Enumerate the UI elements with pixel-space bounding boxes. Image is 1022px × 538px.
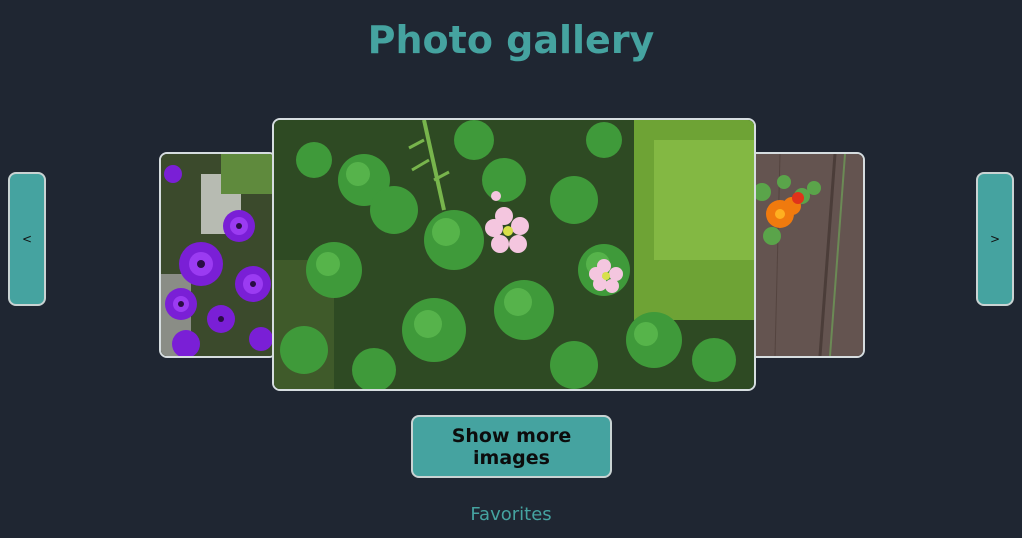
photo-right-orange-nasturtium[interactable] — [748, 152, 865, 358]
favorites-link[interactable]: Favorites — [0, 504, 1022, 525]
photo-gallery-page: Photo gallery < > Show more images Favor… — [0, 0, 1022, 538]
previous-button[interactable]: < — [8, 172, 46, 306]
page-title: Photo gallery — [367, 18, 655, 62]
orange-nasturtium-image — [750, 154, 863, 356]
show-more-images-button[interactable]: Show more images — [411, 415, 612, 478]
clover-image — [274, 120, 754, 389]
photo-left-purple-flowers[interactable] — [159, 152, 277, 358]
next-button[interactable]: > — [976, 172, 1014, 306]
photo-center-clover[interactable] — [272, 118, 756, 391]
purple-flowers-image — [161, 154, 275, 356]
